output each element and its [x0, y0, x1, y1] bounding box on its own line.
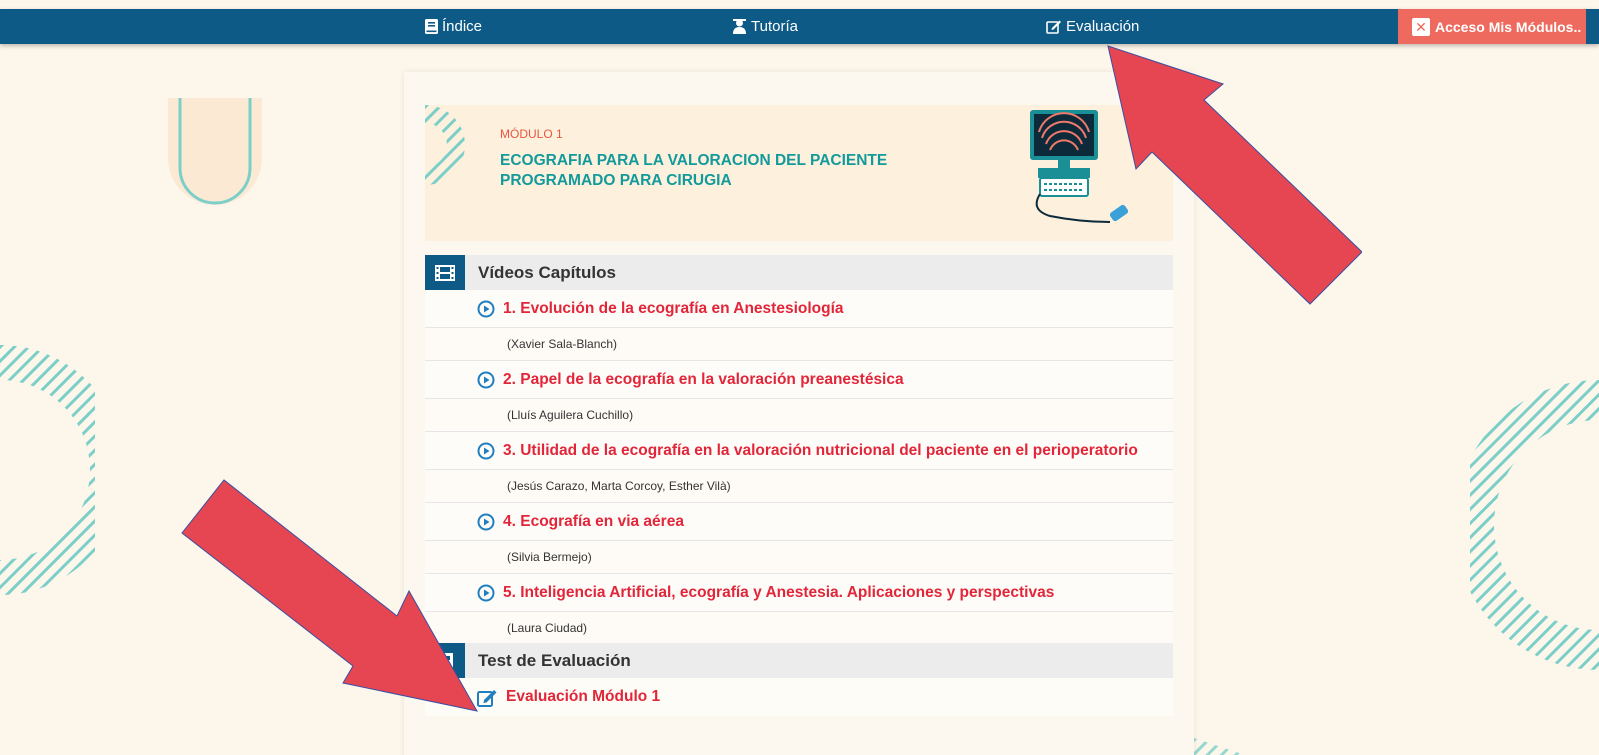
annotation-arrow-up-right — [1107, 45, 1362, 305]
annotation-arrow-down-left — [181, 479, 478, 712]
book-icon — [425, 19, 438, 34]
videos-section-header: Vídeos Capítulos — [425, 255, 1173, 290]
video-item-4[interactable]: 4. Ecografía en via aérea — [425, 503, 1173, 541]
access-modules-button[interactable]: ✕ Acceso Mis Módulos.. — [1398, 9, 1586, 44]
nav-index-link[interactable]: Índice — [425, 9, 482, 44]
module-label: MÓDULO 1 — [500, 127, 563, 141]
nav-evaluation-label: Evaluación — [1066, 18, 1140, 35]
video-list: 1. Evolución de la ecografía en Anestesi… — [425, 290, 1173, 645]
teacher-icon — [733, 19, 746, 34]
video-item-5[interactable]: 5. Inteligencia Artificial, ecografía y … — [425, 574, 1173, 612]
decor-stripes-left — [0, 345, 95, 595]
video-author: (Jesús Carazo, Marta Corcoy, Esther Vilà… — [425, 470, 1173, 503]
video-author: (Silvia Bermejo) — [425, 541, 1173, 574]
video-author: (Laura Ciudad) — [425, 612, 1173, 645]
edit-icon — [1046, 20, 1061, 34]
nav-tutor-label: Tutoría — [751, 18, 798, 35]
nav-evaluation-link[interactable]: Evaluación — [1046, 9, 1139, 44]
video-title: 2. Papel de la ecografía en la valoració… — [503, 370, 904, 388]
close-icon: ✕ — [1412, 17, 1430, 36]
top-navbar: Índice Tutoría Evaluación ✕ Acceso Mis M… — [0, 9, 1599, 44]
nav-tutor-link[interactable]: Tutoría — [732, 9, 798, 44]
banner-top-dots — [565, 105, 795, 109]
evaluation-item[interactable]: Evaluación Módulo 1 — [425, 678, 1173, 716]
decor-arch-left — [168, 98, 262, 205]
evaluation-item-title: Evaluación Módulo 1 — [506, 688, 661, 705]
video-title: 5. Inteligencia Artificial, ecografía y … — [503, 583, 1055, 601]
test-section-title: Test de Evaluación — [478, 650, 631, 670]
banner-stripe-decor — [425, 105, 465, 185]
play-circle-icon — [477, 371, 495, 388]
videos-section-title: Vídeos Capítulos — [478, 262, 616, 282]
film-icon — [425, 255, 465, 290]
video-author: (Lluís Aguilera Cuchillo) — [425, 399, 1173, 432]
module-banner: MÓDULO 1 ECOGRAFIA PARA LA VALORACION DE… — [425, 105, 1173, 241]
video-item-1[interactable]: 1. Evolución de la ecografía en Anestesi… — [425, 290, 1173, 328]
test-section-header: Test de Evaluación — [425, 643, 1173, 678]
play-circle-icon — [477, 442, 495, 459]
edit-icon — [477, 689, 497, 707]
module-title: ECOGRAFIA PARA LA VALORACION DEL PACIENT… — [500, 152, 888, 189]
nav-index-label: Índice — [442, 18, 483, 35]
play-circle-icon — [477, 300, 495, 317]
video-item-3[interactable]: 3. Utilidad de la ecografía en la valora… — [425, 432, 1173, 470]
video-title: 3. Utilidad de la ecografía en la valora… — [503, 441, 1138, 459]
video-title: 1. Evolución de la ecografía en Anestesi… — [503, 299, 844, 317]
video-title: 4. Ecografía en via aérea — [503, 512, 684, 530]
decor-stripes-right — [1470, 380, 1599, 670]
access-modules-label: Acceso Mis Módulos.. — [1435, 18, 1582, 35]
top-strip — [0, 0, 1599, 9]
video-item-2[interactable]: 2. Papel de la ecografía en la valoració… — [425, 361, 1173, 399]
video-author: (Xavier Sala-Blanch) — [425, 328, 1173, 361]
